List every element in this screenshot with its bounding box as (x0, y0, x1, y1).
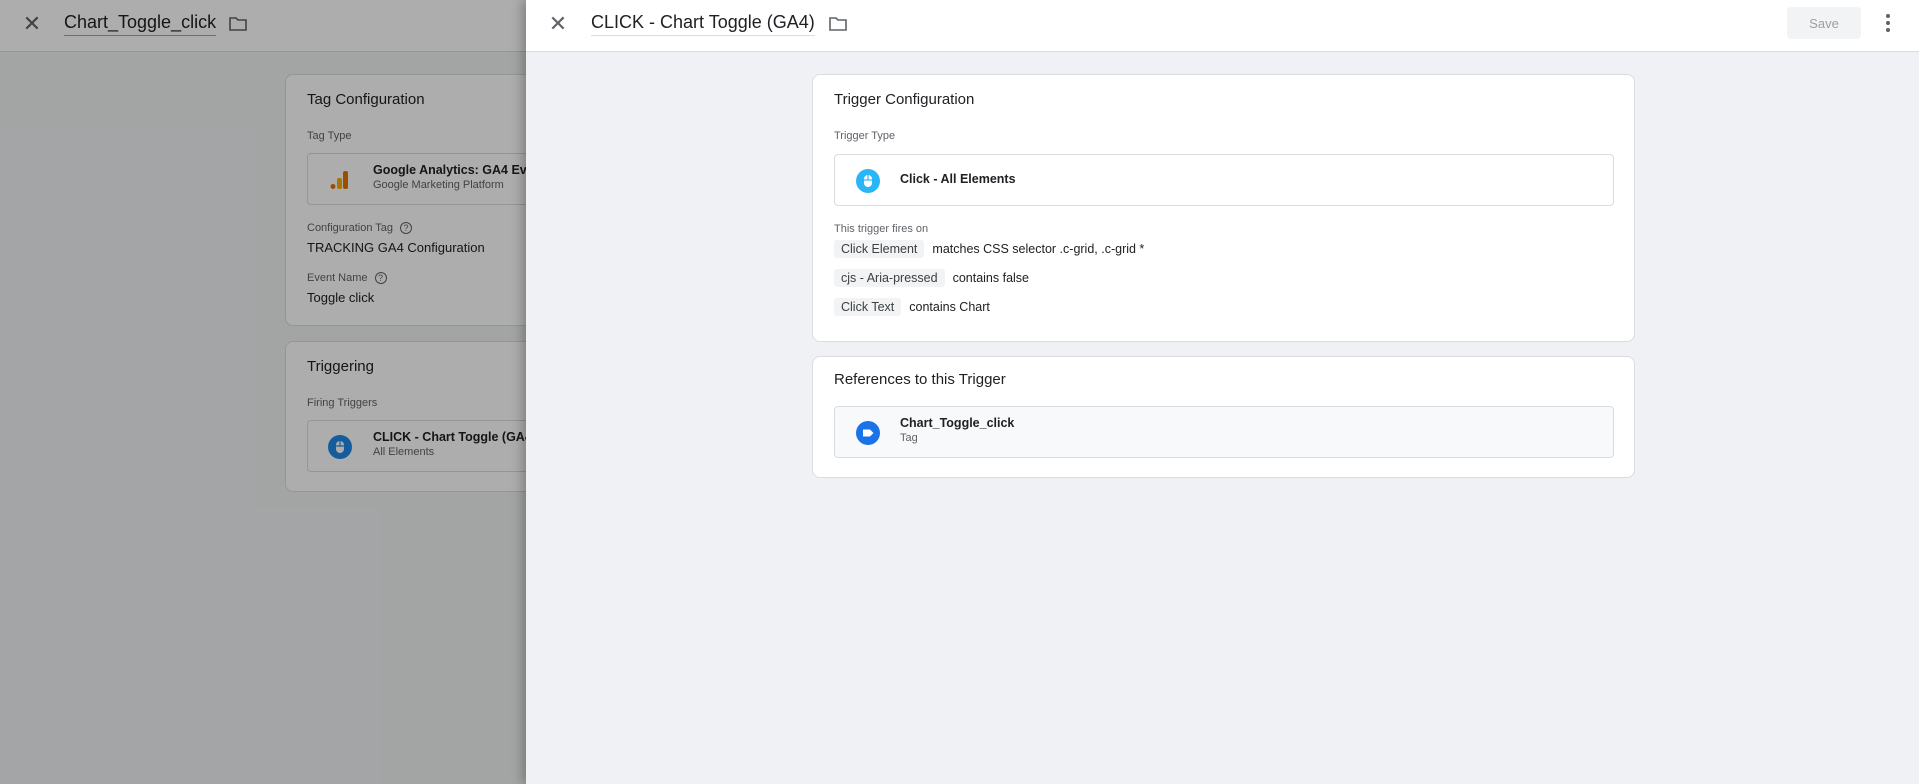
condition-variable-chip: cjs - Aria-pressed (834, 269, 945, 287)
trigger-configuration-card[interactable]: Trigger Configuration Trigger Type Click… (812, 74, 1635, 342)
condition-row: cjs - Aria-pressed contains false (834, 269, 1029, 287)
trigger-configuration-heading: Trigger Configuration (834, 91, 975, 108)
fires-on-label: This trigger fires on (834, 223, 929, 235)
condition-rule: matches CSS selector .c-grid, .c-grid * (932, 242, 1145, 256)
reference-item[interactable]: Chart_Toggle_click Tag (834, 406, 1614, 458)
reference-name: Chart_Toggle_click (900, 416, 1015, 430)
references-heading: References to this Trigger (834, 371, 1006, 388)
references-card: References to this Trigger Chart_Toggle_… (812, 356, 1635, 478)
more-options-icon[interactable] (1876, 10, 1900, 36)
condition-row: Click Element matches CSS selector .c-gr… (834, 240, 1144, 258)
condition-row: Click Text contains Chart (834, 298, 990, 316)
save-button[interactable]: Save (1787, 7, 1861, 39)
mouse-click-icon (856, 169, 880, 193)
tag-icon (856, 421, 880, 445)
trigger-name-title[interactable]: CLICK - Chart Toggle (GA4) (591, 12, 815, 36)
condition-variable-chip: Click Element (834, 240, 925, 258)
trigger-type-box[interactable]: Click - All Elements (834, 154, 1614, 206)
trigger-panel-header: ✕ CLICK - Chart Toggle (GA4) Save (526, 0, 1919, 52)
reference-type: Tag (900, 432, 918, 444)
close-icon: ✕ (548, 11, 568, 36)
close-button[interactable]: ✕ (546, 12, 570, 36)
trigger-type-label: Trigger Type (834, 130, 896, 142)
condition-variable-chip: Click Text (834, 298, 902, 316)
condition-rule: contains false (952, 271, 1029, 285)
trigger-panel: ✕ CLICK - Chart Toggle (GA4) Save Trigge… (526, 0, 1919, 784)
condition-rule: contains Chart (909, 300, 990, 314)
folder-icon[interactable] (828, 15, 848, 33)
trigger-type-value: Click - All Elements (900, 172, 1016, 186)
